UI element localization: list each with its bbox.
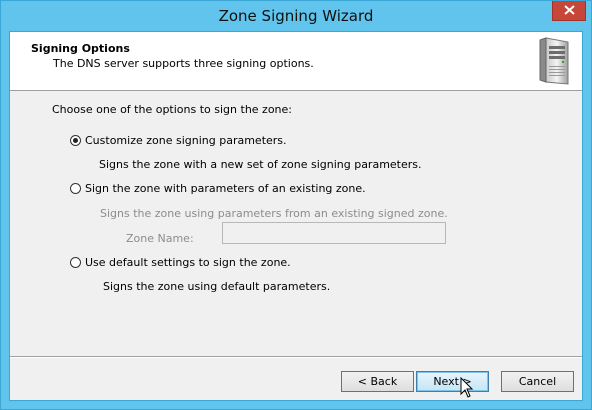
page-subtitle: The DNS server supports three signing op…: [53, 57, 314, 70]
close-button[interactable]: [552, 1, 586, 21]
title-bar[interactable]: Zone Signing Wizard: [1, 1, 591, 31]
zone-name-input[interactable]: [222, 222, 446, 244]
wizard-content: Choose one of the options to sign the zo…: [10, 91, 582, 357]
option-existing-zone-description: Signs the zone using parameters from an …: [100, 207, 448, 220]
server-icon: [536, 36, 572, 89]
option-customize-label: Customize zone signing parameters.: [85, 134, 287, 147]
next-button[interactable]: Next >: [416, 371, 489, 392]
option-customize[interactable]: Customize zone signing parameters.: [70, 134, 287, 147]
radio-default[interactable]: [70, 257, 81, 268]
option-existing-zone-label: Sign the zone with parameters of an exis…: [85, 182, 366, 195]
footer-divider: [10, 356, 582, 358]
window-title: Zone Signing Wizard: [218, 7, 374, 25]
page-title: Signing Options: [31, 42, 130, 55]
pointer-cursor-icon: [460, 376, 474, 402]
options-prompt: Choose one of the options to sign the zo…: [52, 103, 293, 116]
radio-customize[interactable]: [70, 135, 81, 146]
wizard-header: Signing Options The DNS server supports …: [10, 32, 582, 91]
zone-name-label: Zone Name:: [126, 232, 194, 245]
option-default-label: Use default settings to sign the zone.: [85, 256, 291, 269]
option-default-description: Signs the zone using default parameters.: [103, 280, 331, 293]
radio-existing-zone[interactable]: [70, 183, 81, 194]
close-icon: [564, 5, 575, 15]
wizard-client-area: Signing Options The DNS server supports …: [9, 31, 583, 401]
option-customize-description: Signs the zone with a new set of zone si…: [99, 158, 422, 171]
option-existing-zone[interactable]: Sign the zone with parameters of an exis…: [70, 182, 366, 195]
wizard-window: Zone Signing Wizard Signing Options The …: [0, 0, 592, 410]
option-default[interactable]: Use default settings to sign the zone.: [70, 256, 291, 269]
cancel-button[interactable]: Cancel: [501, 371, 574, 392]
back-button[interactable]: < Back: [341, 371, 414, 392]
